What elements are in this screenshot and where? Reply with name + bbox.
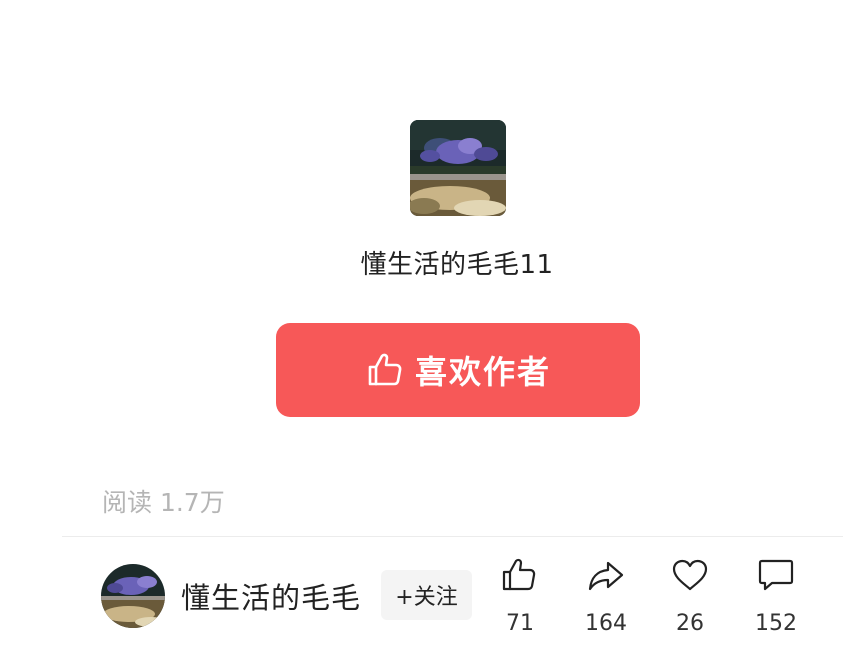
like-author-button[interactable]: 喜欢作者 [276,323,640,417]
comment-action[interactable]: 152 [736,555,816,636]
thumbs-up-icon [502,558,536,591]
read-count: 阅读 1.7万 [102,488,225,517]
follow-button[interactable]: +关注 [381,570,472,620]
share-action[interactable]: 164 [566,555,646,636]
like-action[interactable]: 71 [480,555,560,636]
favorite-count: 26 [676,611,704,636]
comment-bubble-icon [758,559,794,591]
author-photo[interactable] [410,120,506,216]
avatar[interactable] [101,564,165,628]
share-arrow-icon [588,561,624,591]
favorite-action[interactable]: 26 [650,555,730,636]
bottom-author-name[interactable]: 懂生活的毛毛 [181,575,361,617]
thumbs-up-icon [368,353,402,386]
like-author-label: 喜欢作者 [414,353,551,391]
author-name[interactable]: 懂生活的毛毛11 [0,244,843,281]
heart-icon [672,559,708,591]
bottom-action-bar: 懂生活的毛毛 +关注 71 164 26 152 [0,537,843,657]
like-count: 71 [506,611,534,636]
article-footer: 懂生活的毛毛11 喜欢作者 阅读 1.7万 懂生活的毛毛 +关注 71 164 … [0,0,843,657]
share-count: 164 [585,611,627,636]
comment-count: 152 [755,611,797,636]
